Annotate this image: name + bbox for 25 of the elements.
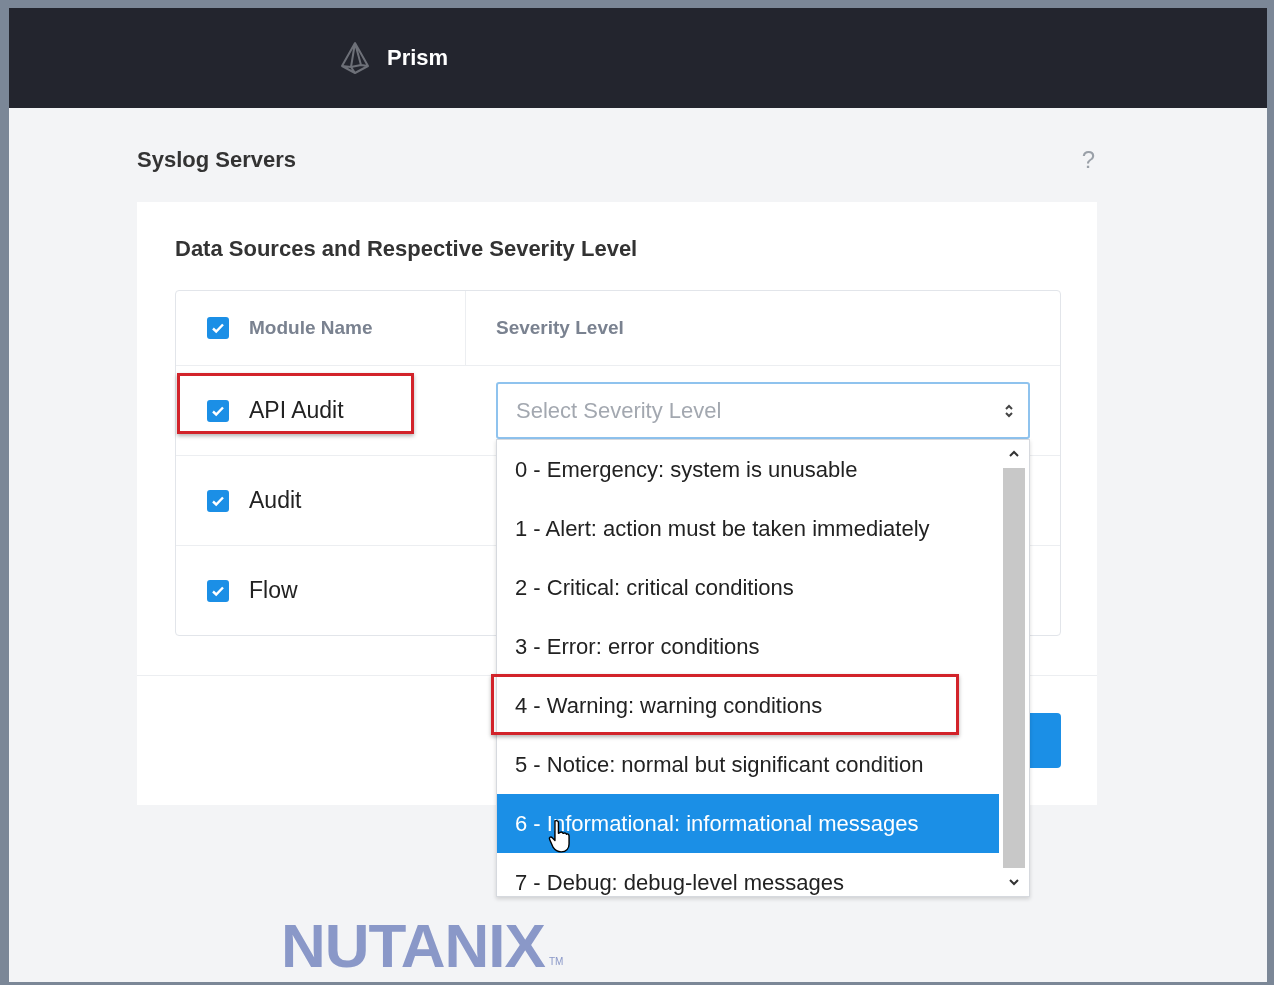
trademark: TM	[548, 956, 564, 967]
checkbox[interactable]	[207, 317, 229, 339]
module-name: API Audit	[249, 397, 344, 424]
checkbox[interactable]	[207, 489, 229, 512]
dropdown-option[interactable]: 4 - Warning: warning conditions	[497, 676, 999, 735]
dropdown-option[interactable]: 2 - Critical: critical conditions	[497, 558, 999, 617]
dropdown-option[interactable]: 7 - Debug: debug-level messages	[497, 853, 999, 912]
section-title: Data Sources and Respective Severity Level	[175, 236, 639, 262]
brand-logo: NUTANIX	[281, 915, 545, 977]
updown-icon	[1004, 402, 1014, 419]
checkbox[interactable]	[207, 579, 229, 602]
dropdown-option[interactable]: 3 - Error: error conditions	[497, 617, 999, 676]
module-name: Flow	[249, 577, 298, 604]
checkbox[interactable]	[207, 399, 229, 422]
scrollbar-thumb[interactable]	[1003, 468, 1025, 868]
dropdown-option[interactable]: 1 - Alert: action must be taken immediately	[497, 499, 999, 558]
select-placeholder: Select Severity Level	[516, 397, 722, 424]
dropdown-option[interactable]: 5 - Notice: normal but significant condition	[497, 735, 999, 794]
dropdown-option[interactable]: 0 - Emergency: system is unusable	[497, 440, 999, 499]
column-header: Severity Level	[496, 317, 624, 338]
module-name: Audit	[249, 487, 302, 514]
page-title: Syslog Servers	[137, 147, 296, 173]
column-header: Module Name	[249, 317, 373, 339]
app-title: Prism	[387, 45, 449, 71]
scroll-down-icon[interactable]	[1007, 876, 1021, 888]
